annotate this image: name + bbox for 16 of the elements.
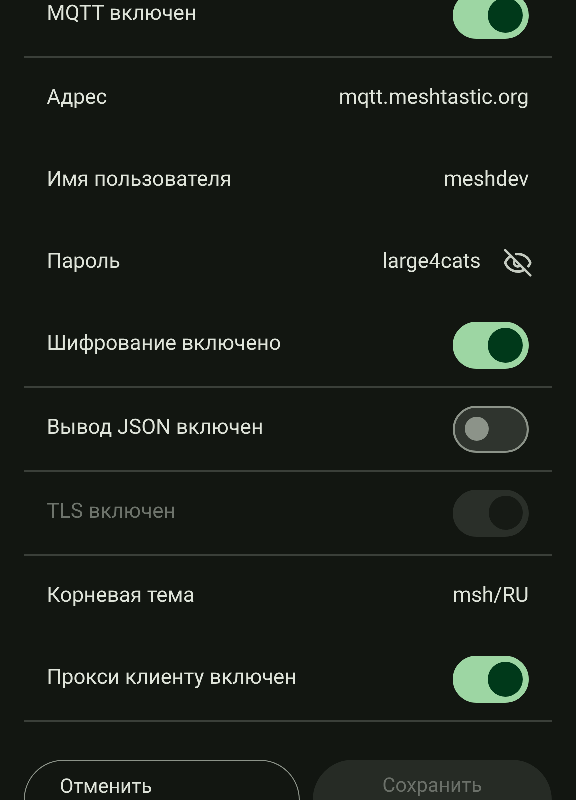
setting-label: Вывод JSON включен [47, 415, 264, 442]
setting-label: TLS включен [47, 499, 176, 526]
setting-label: Корневая тема [47, 583, 195, 610]
setting-label: MQTT включен [47, 1, 197, 28]
setting-label: Адрес [47, 85, 108, 112]
setting-value: mqtt.meshtastic.org [339, 85, 529, 112]
setting-label: Имя пользователя [47, 167, 232, 194]
eye-off-icon[interactable] [503, 248, 533, 278]
cancel-button[interactable]: Отменить [24, 760, 300, 800]
setting-value: meshdev [444, 167, 529, 194]
toggle-switch[interactable] [453, 406, 529, 452]
setting-label: Пароль [47, 249, 121, 276]
password-value: large4cats [382, 249, 481, 276]
setting-label: Прокси клиенту включен [47, 665, 297, 692]
setting-value: msh/RU [452, 583, 529, 610]
setting-label: Шифрование включено [47, 331, 282, 358]
